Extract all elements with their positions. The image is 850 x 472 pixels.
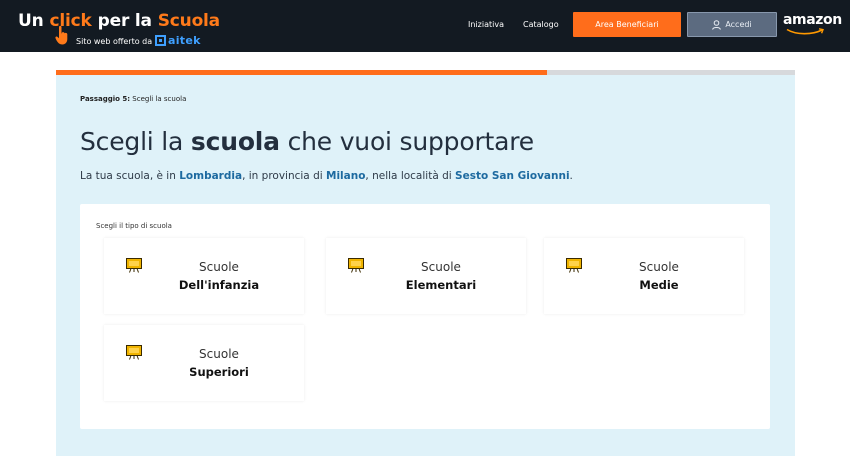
school-type-option-medie[interactable]: Scuole Medie bbox=[544, 238, 744, 314]
title-part-1: Scegli la bbox=[80, 127, 184, 156]
school-type-name: Superiori bbox=[189, 365, 249, 379]
school-type-option-infanzia[interactable]: Scuole Dell'infanzia bbox=[104, 238, 304, 314]
site-logo[interactable]: Un click per la Scuola bbox=[18, 11, 220, 31]
aitek-logo: aitek bbox=[155, 34, 201, 47]
school-type-card: Scegli il tipo di scuola Scuole Dell'inf… bbox=[80, 204, 770, 429]
location-summary: La tua scuola, è in Lombardia, in provin… bbox=[80, 170, 573, 182]
amazon-logo[interactable]: amazon bbox=[783, 12, 842, 28]
step-number: Passaggio 5: bbox=[80, 95, 131, 103]
area-beneficiari-button[interactable]: Area Beneficiari bbox=[573, 12, 681, 37]
school-type-line1: Scuole bbox=[199, 260, 239, 274]
area-beneficiari-label: Area Beneficiari bbox=[595, 20, 659, 29]
school-type-option-superiori[interactable]: Scuole Superiori bbox=[104, 325, 304, 401]
school-type-label: Scegli il tipo di scuola bbox=[96, 222, 172, 230]
location-region: Lombardia bbox=[179, 170, 243, 182]
location-text-4: . bbox=[569, 170, 573, 182]
step-indicator: Passaggio 5: Scegli la scuola bbox=[80, 95, 186, 103]
location-text-3: , nella località di bbox=[365, 170, 452, 182]
aitek-logo-text: aitek bbox=[168, 34, 201, 47]
amazon-smile-icon bbox=[786, 28, 824, 35]
school-type-option-elementari[interactable]: Scuole Elementari bbox=[326, 238, 526, 314]
aitek-logo-mark bbox=[155, 35, 166, 46]
title-part-2: che vuoi supportare bbox=[287, 127, 535, 156]
brand-word-per-la: per la bbox=[97, 11, 152, 31]
top-navigation-bar: Un click per la Scuola Sito web offerto da … bbox=[0, 0, 850, 52]
school-type-name: Medie bbox=[639, 278, 679, 292]
page-title: Scegli la scuola che vuoi supportare bbox=[80, 127, 534, 156]
hand-cursor-icon bbox=[55, 25, 68, 45]
brand-word-un: Un bbox=[18, 11, 44, 31]
school-type-line1: Scuole bbox=[639, 260, 679, 274]
school-type-line1: Scuole bbox=[199, 347, 239, 361]
title-bold: scuola bbox=[190, 127, 280, 156]
location-province: Milano bbox=[326, 170, 366, 182]
user-icon bbox=[712, 19, 722, 30]
nav-link-catalogo[interactable]: Catalogo bbox=[523, 20, 559, 29]
location-text-1: La tua scuola, è in bbox=[80, 170, 176, 182]
step-text: Scegli la scuola bbox=[132, 95, 187, 103]
location-city: Sesto San Giovanni bbox=[455, 170, 570, 182]
location-text-2: , in provincia di bbox=[242, 170, 323, 182]
school-selection-panel: Passaggio 5: Scegli la scuola Scegli la … bbox=[56, 75, 795, 456]
accedi-label: Accedi bbox=[725, 20, 752, 29]
school-type-name: Elementari bbox=[405, 278, 477, 292]
accedi-button[interactable]: Accedi bbox=[687, 12, 777, 37]
nav-link-iniziativa[interactable]: Iniziativa bbox=[468, 20, 504, 29]
school-type-name: Dell'infanzia bbox=[178, 278, 260, 292]
brand-word-scuola: Scuola bbox=[157, 11, 220, 31]
school-type-line1: Scuole bbox=[421, 260, 461, 274]
brand-tagline: Sito web offerto da bbox=[76, 37, 153, 46]
